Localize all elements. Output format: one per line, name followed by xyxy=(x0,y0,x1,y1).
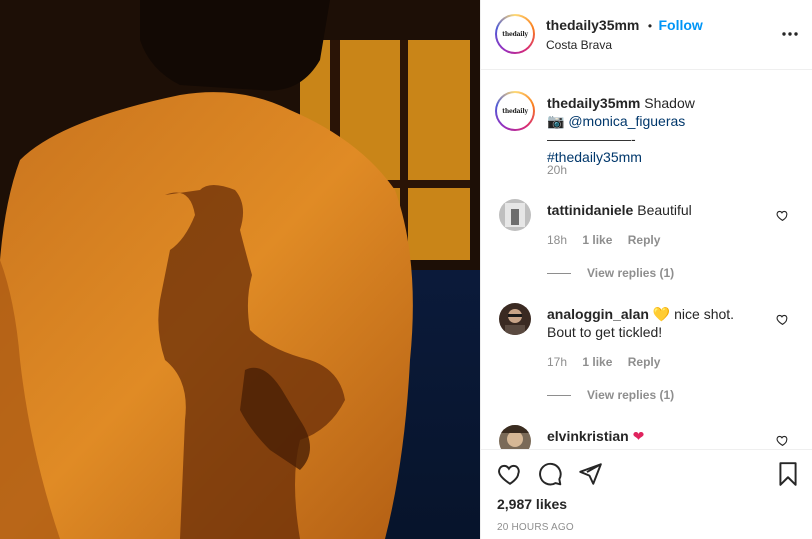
view-replies-label: View replies (1) xyxy=(587,388,675,402)
caption-author-avatar[interactable]: thedaily xyxy=(495,91,535,131)
comment-author[interactable]: tattinidaniele xyxy=(547,202,633,218)
comment-likes[interactable]: 1 like xyxy=(582,233,612,247)
comment-avatar-image xyxy=(499,425,531,449)
caption-author[interactable]: thedaily35mm xyxy=(547,95,640,111)
view-replies-label: View replies (1) xyxy=(587,266,675,280)
header-title-row: thedaily35mm • Follow xyxy=(546,17,703,35)
comment-time[interactable]: 17h xyxy=(547,355,567,369)
comment-text: nice shot. xyxy=(674,306,735,322)
comment-likes[interactable]: 1 like xyxy=(582,355,612,369)
comment: tattinidaniele Beautiful xyxy=(547,201,767,219)
caption-dash: ——————- xyxy=(547,131,636,147)
post-timestamp[interactable]: 20 HOURS AGO xyxy=(497,522,574,533)
comment-text: Beautiful xyxy=(637,202,692,218)
comment-avatar[interactable] xyxy=(499,199,531,231)
comment: analoggin_alan 💛 nice shot. Bout to get … xyxy=(547,305,767,341)
post-location[interactable]: Costa Brava xyxy=(546,38,612,52)
more-options-button[interactable] xyxy=(781,26,799,37)
likes-count[interactable]: 2,987 likes xyxy=(497,496,567,512)
comment-time[interactable]: 18h xyxy=(547,233,567,247)
caption: thedaily35mm Shadow 📷 @monica_figueras —… xyxy=(547,94,777,166)
post-side-panel: thedaily thedaily35mm • Follow Costa Bra… xyxy=(480,0,812,539)
comment-avatar[interactable] xyxy=(499,425,531,449)
camera-emoji: 📷 xyxy=(547,113,565,129)
view-replies-button[interactable]: View replies (1) xyxy=(547,388,674,402)
comment-meta: 18h 1 like Reply xyxy=(547,233,672,247)
comment-text-line2: Bout to get tickled! xyxy=(547,324,663,340)
comments-list[interactable]: thedaily thedaily35mm Shadow 📷 @monica_f… xyxy=(481,71,812,449)
view-replies-button[interactable]: View replies (1) xyxy=(547,266,674,280)
small-heart-icon[interactable] xyxy=(776,434,789,447)
caption-avatar-image: thedaily xyxy=(497,93,533,129)
yellow-heart-emoji: 💛 xyxy=(652,306,671,322)
post-photo[interactable] xyxy=(0,0,480,539)
comment-author[interactable]: elvinkristian xyxy=(547,428,629,444)
replies-line xyxy=(547,394,571,396)
comment-meta: 17h 1 like Reply xyxy=(547,355,672,369)
post-actions: 2,987 likes 20 HOURS AGO xyxy=(481,449,812,539)
caption-mention[interactable]: @monica_figueras xyxy=(568,113,685,129)
small-heart-icon[interactable] xyxy=(776,209,789,222)
share-icon[interactable] xyxy=(577,461,603,487)
replies-line xyxy=(547,272,571,274)
photo-illustration xyxy=(0,0,480,539)
author-avatar-image: thedaily xyxy=(497,16,533,52)
comment-avatar[interactable] xyxy=(499,303,531,335)
caption-time[interactable]: 20h xyxy=(547,163,567,177)
more-icon xyxy=(782,32,798,36)
heart-icon[interactable] xyxy=(497,461,523,487)
post-header: thedaily thedaily35mm • Follow Costa Bra… xyxy=(481,0,812,70)
comment-icon[interactable] xyxy=(537,461,563,487)
follow-button[interactable]: Follow xyxy=(658,17,702,33)
comment: elvinkristian ❤ xyxy=(547,427,767,445)
reply-button[interactable]: Reply xyxy=(628,355,661,369)
comment-avatar-image xyxy=(499,303,531,335)
caption-text: Shadow xyxy=(644,95,695,111)
comment-author[interactable]: analoggin_alan xyxy=(547,306,649,322)
author-username[interactable]: thedaily35mm xyxy=(546,17,639,33)
reply-button[interactable]: Reply xyxy=(628,233,661,247)
small-heart-icon[interactable] xyxy=(776,313,789,326)
comment-avatar-image xyxy=(499,199,531,231)
bookmark-icon[interactable] xyxy=(775,461,801,487)
author-avatar[interactable]: thedaily xyxy=(495,14,535,54)
follow-separator: • xyxy=(647,19,653,33)
red-heart-emoji: ❤ xyxy=(632,428,645,444)
